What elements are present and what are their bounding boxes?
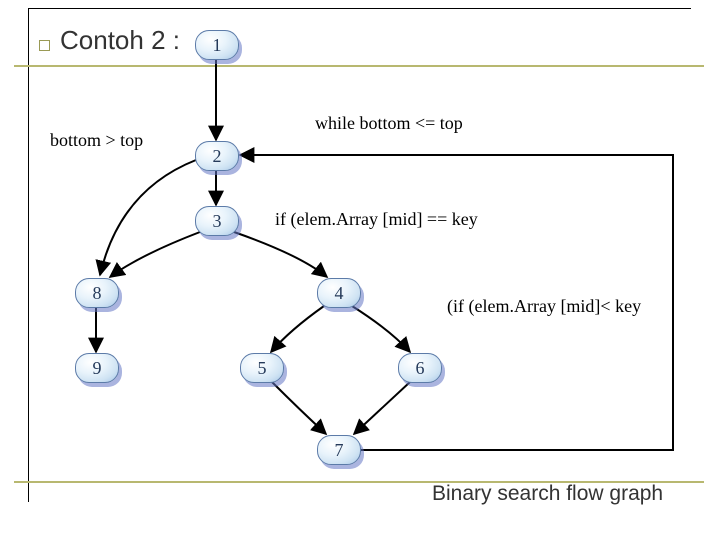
flow-edges bbox=[0, 0, 720, 540]
slide: Contoh 2 : 1 2 3 4 5 6 7 bbox=[0, 0, 720, 540]
caption-text: Binary search flow graph bbox=[432, 482, 663, 505]
node-6: 6 bbox=[398, 353, 442, 383]
node-4: 4 bbox=[317, 278, 361, 308]
node-5: 5 bbox=[240, 353, 284, 383]
node-9: 9 bbox=[75, 353, 119, 383]
node-7: 7 bbox=[317, 435, 361, 465]
node-8: 8 bbox=[75, 278, 119, 308]
label-if-lt: (if (elem.Array [mid]< key bbox=[447, 296, 641, 317]
caption: Binary search flow graph bbox=[432, 482, 663, 506]
node-2: 2 bbox=[195, 141, 239, 171]
label-bottom-gt-top: bottom > top bbox=[50, 130, 143, 151]
label-while: while bottom <= top bbox=[315, 113, 463, 134]
label-if-eq: if (elem.Array [mid] == key bbox=[275, 209, 478, 230]
node-3: 3 bbox=[195, 206, 239, 236]
node-1: 1 bbox=[195, 30, 239, 60]
